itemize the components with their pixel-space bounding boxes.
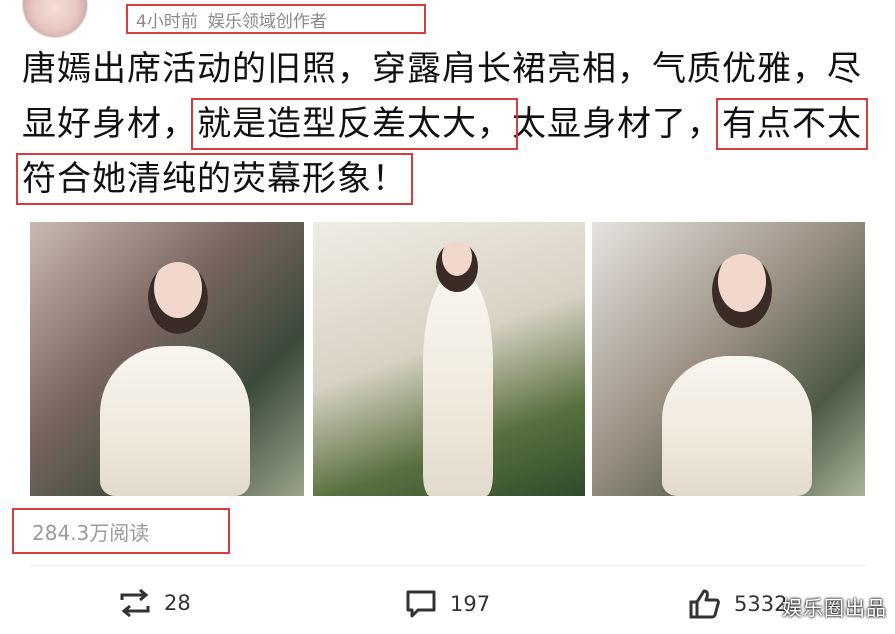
comment-count: 197 (450, 592, 491, 616)
like-count: 5332 (734, 592, 788, 616)
thumbs-up-icon (688, 588, 722, 620)
post-photo-1[interactable] (30, 222, 304, 496)
post-time: 4小时前 (136, 11, 198, 32)
author-avatar[interactable] (22, 0, 88, 38)
post-text-highlight-1: 就是造型反差太大， (191, 98, 518, 150)
post-text: 唐嫣出席活动的旧照，穿露肩长裙亮相，气质优雅，尽显好身材，就是造型反差太大，太显… (16, 42, 882, 207)
photo-grid (30, 222, 865, 496)
post-photo-2[interactable] (313, 222, 585, 496)
repost-icon (118, 588, 152, 618)
post-text-part2: 太显身材了， (512, 104, 722, 144)
comment-button[interactable]: 197 (404, 588, 490, 620)
repost-button[interactable]: 28 (118, 588, 191, 618)
post-photo-3[interactable] (592, 222, 865, 496)
comment-icon (404, 588, 438, 620)
watermark: 娱乐圈出品 (782, 596, 887, 620)
repost-count: 28 (164, 591, 191, 615)
like-button[interactable]: 5332 (688, 588, 787, 620)
post-meta: 4小时前 娱乐领域创作者 (126, 4, 426, 34)
divider (30, 565, 865, 566)
author-tag: 娱乐领域创作者 (207, 11, 327, 32)
read-count: 284.3万阅读 (12, 508, 230, 554)
